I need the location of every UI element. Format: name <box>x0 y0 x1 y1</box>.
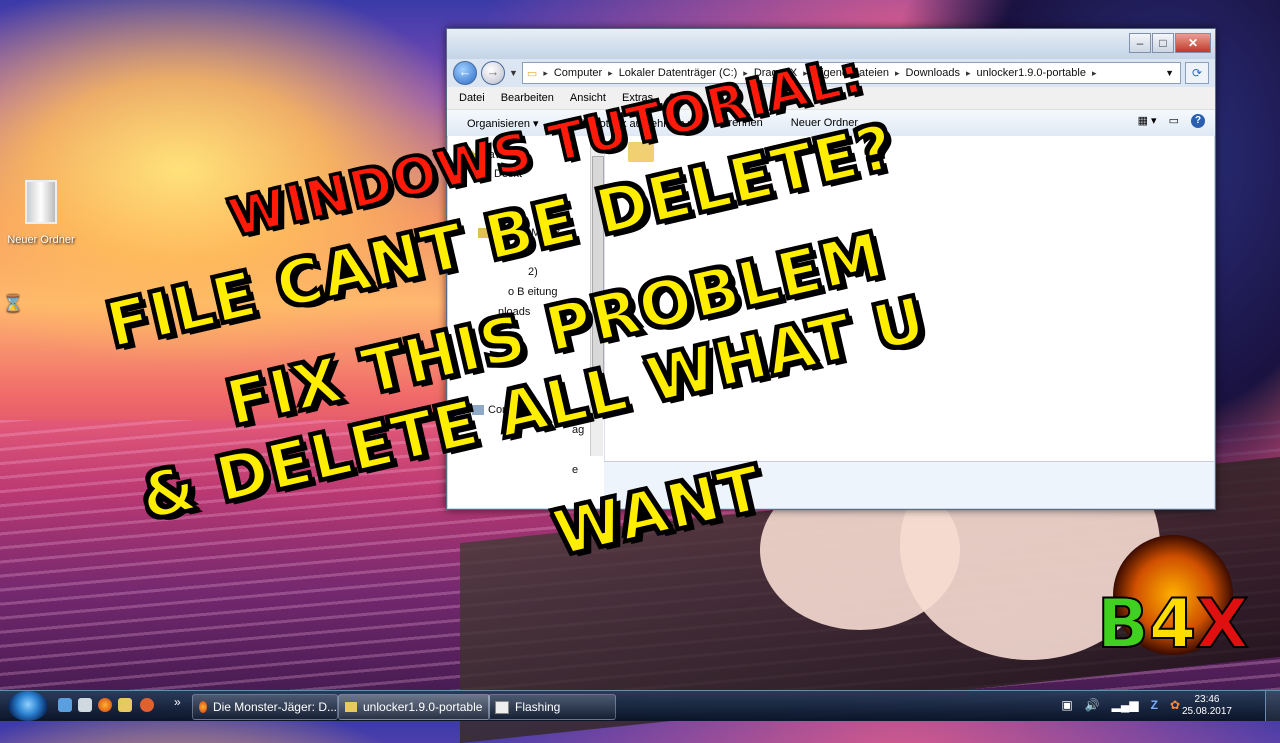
explorer-quicklaunch-icon[interactable] <box>78 698 92 712</box>
nav-item-2-label: 2) <box>528 266 538 278</box>
nav-item-2[interactable]: 2) <box>528 266 538 278</box>
firefox-icon <box>199 701 207 713</box>
network-signal-icon[interactable]: ▂▄▆ <box>1112 698 1139 712</box>
channel-logo: B4X <box>1095 535 1250 690</box>
tray-window-icon[interactable]: ▣ <box>1061 698 1072 712</box>
app-quicklaunch-icon[interactable] <box>140 698 154 712</box>
hourglass-cursor-icon: ⌛ <box>3 296 23 313</box>
firefox-icon[interactable] <box>98 698 112 712</box>
task-monster-jaeger[interactable]: Die Monster-Jäger: D... <box>192 694 338 720</box>
clock-time: 23:46 <box>1194 694 1220 705</box>
refresh-button[interactable]: ⟳ <box>1185 62 1209 84</box>
folder-icon: ▭ <box>526 67 538 80</box>
help-icon[interactable]: ? <box>1191 114 1205 128</box>
preview-pane-icon[interactable]: ▭ <box>1169 114 1179 128</box>
window-icon <box>495 700 509 714</box>
maximize-button[interactable]: □ <box>1152 33 1174 53</box>
nav-item-e[interactable]: e <box>572 464 578 476</box>
close-button[interactable]: ✕ <box>1175 33 1211 53</box>
view-options-icon[interactable]: ▦ ▾ <box>1138 114 1157 128</box>
task-flashing[interactable]: Flashing <box>488 694 616 720</box>
recent-pages-chevron-icon[interactable]: ▼ <box>509 68 518 78</box>
back-button[interactable]: ← <box>453 61 477 85</box>
tray-app-icon[interactable]: ✿ <box>1170 698 1180 712</box>
clock[interactable]: 23:46 25.08.2017 <box>1182 694 1232 718</box>
tray-z-icon[interactable]: Z <box>1151 698 1158 712</box>
forward-button[interactable]: → <box>481 61 505 85</box>
show-desktop-icon[interactable] <box>58 698 72 712</box>
minimize-button[interactable]: – <box>1129 33 1151 53</box>
desktop-icon-label: Neuer Ordner <box>7 234 75 246</box>
folder-icon <box>25 180 57 224</box>
breadcrumb-unlocker[interactable]: unlocker1.9.0-portable <box>977 67 1086 79</box>
menu-datei[interactable]: Datei <box>459 92 485 104</box>
start-button[interactable] <box>8 691 48 721</box>
address-dropdown-chevron-icon[interactable]: ▼ <box>1165 68 1174 78</box>
task-label: Flashing <box>515 700 561 714</box>
clock-date: 25.08.2017 <box>1181 706 1232 717</box>
breadcrumb-downloads[interactable]: Downloads <box>906 67 960 79</box>
desktop-folder-icon[interactable]: Neuer Ordner <box>6 180 76 246</box>
taskbar: » Die Monster-Jäger: D... unlocker1.9.0-… <box>0 690 1280 721</box>
folder-quicklaunch-icon[interactable] <box>118 698 132 712</box>
logo-letter-x: X <box>1195 584 1249 665</box>
task-label: unlocker1.9.0-portable <box>363 700 483 714</box>
folder-icon <box>345 702 357 712</box>
nav-item-e-label: e <box>572 464 579 476</box>
quicklaunch-chevron-icon[interactable]: » <box>174 695 181 709</box>
show-desktop-button[interactable] <box>1265 691 1280 721</box>
volume-icon[interactable]: 🔊 <box>1085 698 1100 712</box>
task-unlocker[interactable]: unlocker1.9.0-portable <box>338 694 490 720</box>
logo-letter-b: B <box>1096 584 1150 665</box>
menu-bearbeiten[interactable]: Bearbeiten <box>501 92 554 104</box>
menu-ansicht[interactable]: Ansicht <box>570 92 606 104</box>
system-tray: ▣ 🔊 ▂▄▆ Z ✿ <box>1061 698 1180 712</box>
logo-letter-4: 4 <box>1148 584 1197 665</box>
breadcrumb-computer[interactable]: Computer <box>554 67 602 79</box>
task-label: Die Monster-Jäger: D... <box>212 700 337 714</box>
